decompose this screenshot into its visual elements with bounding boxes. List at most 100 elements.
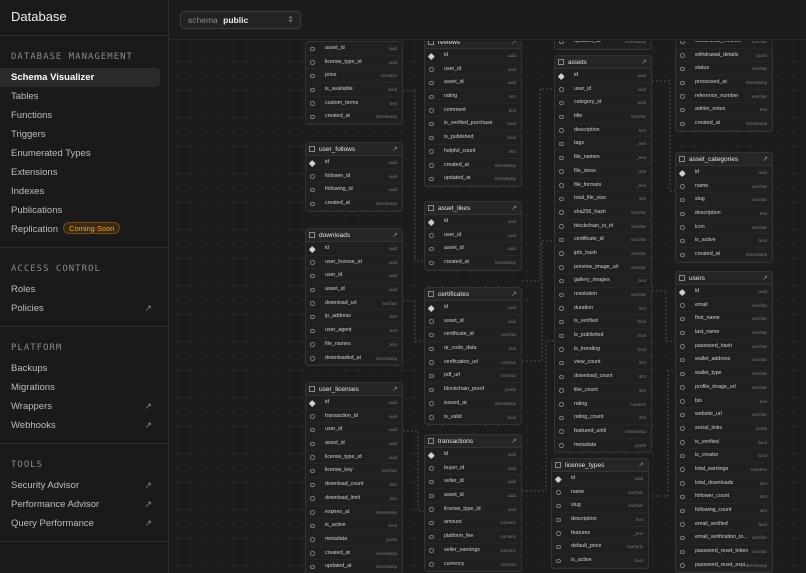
sidebar-item-functions[interactable]: Functions xyxy=(0,106,160,125)
table-card-user-licenses[interactable]: user_licenses ↗ id uuid transaction_id uuid us… xyxy=(305,382,403,573)
open-table-icon[interactable]: ↗ xyxy=(511,202,517,215)
schema-canvas[interactable]: asset_id uuid license_type_id uuid price nume… xyxy=(170,41,806,573)
sidebar-item-triggers[interactable]: Triggers xyxy=(0,125,160,144)
table-name: license_types xyxy=(565,462,605,469)
column-type: numeric xyxy=(626,544,643,550)
column-name: ipfs_hash xyxy=(574,249,597,256)
column-row: asset_id uuid xyxy=(425,489,521,503)
column-name: is_verified_purchase xyxy=(444,120,493,127)
column-icon xyxy=(680,344,685,349)
open-table-icon[interactable]: ↗ xyxy=(641,56,647,69)
column-icon xyxy=(429,466,434,471)
column-icon xyxy=(559,278,564,284)
column-name: downloaded_at xyxy=(325,354,361,361)
column-type: _text xyxy=(633,530,643,536)
column-row: transaction_id uuid xyxy=(306,410,402,424)
sidebar-section-access-control: ACCESS CONTROL Roles Policies ↗ xyxy=(0,248,168,327)
sidebar-item-query-performance[interactable]: Query Performance ↗ xyxy=(0,514,160,533)
column-name: platform_fee xyxy=(444,533,474,540)
table-icon xyxy=(558,59,564,65)
sidebar-item-label: Enumerated Types xyxy=(11,148,91,159)
column-icon xyxy=(310,510,315,515)
table-card-user-follows[interactable]: user_follows ↗ id uuid follower_id uuid follow… xyxy=(305,142,403,212)
column-name: total_file_size xyxy=(574,195,607,202)
table-card-assets[interactable]: assets ↗ id uuid user_id uuid category_id uuid t… xyxy=(554,55,652,454)
column-row: user_id uuid xyxy=(306,269,402,284)
sidebar-item-enumerated-types[interactable]: Enumerated Types xyxy=(0,144,160,163)
table-card-partial-11[interactable]: withdrawal_method varchar withdrawal_detai… xyxy=(675,41,773,132)
column-name: is_active xyxy=(325,522,346,529)
table-card-partial-8[interactable]: updated_at timestamp xyxy=(554,41,652,50)
sidebar-item-schema-visualizer[interactable]: Schema Visualizer xyxy=(0,68,160,87)
table-card-transactions[interactable]: transactions ↗ id uuid buyer_id uuid seller_id… xyxy=(424,434,522,573)
table-card-users[interactable]: users ↗ id uuid email varchar first_name varcha… xyxy=(675,271,773,573)
primary-key-icon xyxy=(428,52,435,59)
column-row: license_type_id uuid xyxy=(425,503,521,517)
open-table-icon[interactable]: ↗ xyxy=(762,272,768,285)
open-table-icon[interactable]: ↗ xyxy=(392,229,398,242)
sidebar-item-security-advisor[interactable]: Security Advisor ↗ xyxy=(0,476,160,495)
column-name: user_id xyxy=(325,272,343,279)
column-row: updated_at timestamp xyxy=(555,41,651,49)
table-card-certificates[interactable]: certificates ↗ id uuid asset_id uuid certifica… xyxy=(424,287,522,426)
column-name: certificate_id xyxy=(574,236,604,243)
column-row: id uuid xyxy=(425,215,521,229)
column-type: bool xyxy=(637,346,646,352)
column-type: uuid xyxy=(507,53,516,58)
column-icon xyxy=(680,211,685,217)
column-row: view_count int4 xyxy=(555,356,651,371)
open-table-icon[interactable]: ↗ xyxy=(762,153,768,166)
column-icon xyxy=(310,551,315,556)
top-toolbar: schema public ⇕ xyxy=(170,0,806,40)
column-type: int4 xyxy=(759,480,767,486)
sidebar-item-wrappers[interactable]: Wrappers ↗ xyxy=(0,397,160,416)
open-table-icon[interactable]: ↗ xyxy=(392,143,398,156)
sidebar-item-tables[interactable]: Tables xyxy=(0,87,160,106)
column-icon xyxy=(310,60,315,65)
open-table-icon[interactable]: ↗ xyxy=(638,459,644,472)
sidebar-item-indexes[interactable]: Indexes xyxy=(0,182,160,201)
sidebar-item-roles[interactable]: Roles xyxy=(0,280,160,299)
schema-selector[interactable]: schema public ⇕ xyxy=(180,11,301,29)
table-card-downloads[interactable]: downloads ↗ id uuid user_license_id uuid user_… xyxy=(305,228,403,367)
column-name: description xyxy=(695,210,721,217)
sidebar-item-migrations[interactable]: Migrations xyxy=(0,378,160,397)
open-table-icon[interactable]: ↗ xyxy=(511,41,517,49)
column-type: numeric xyxy=(499,520,516,526)
column-name: custom_terms xyxy=(325,99,359,106)
column-type: text xyxy=(759,107,767,113)
table-card-reviews[interactable]: reviews ↗ id uuid user_id uuid asset_id uuid rat… xyxy=(424,41,522,187)
column-row: created_at timestamp xyxy=(425,159,521,173)
column-name: follower_id xyxy=(325,172,351,179)
sidebar-item-extensions[interactable]: Extensions xyxy=(0,163,160,182)
column-icon xyxy=(429,520,434,526)
column-type: text xyxy=(759,211,767,217)
column-name: following_id xyxy=(325,186,353,193)
table-card-partial-0[interactable]: asset_id uuid license_type_id uuid price nume… xyxy=(305,41,403,126)
column-type: uuid xyxy=(388,441,397,447)
sidebar-item-publications[interactable]: Publications xyxy=(0,201,160,220)
column-row: download_limit int4 xyxy=(306,492,402,506)
sidebar-item-webhooks[interactable]: Webhooks ↗ xyxy=(0,416,160,435)
sidebar-item-performance-advisor[interactable]: Performance Advisor ↗ xyxy=(0,495,160,514)
column-row: file_names _text xyxy=(555,151,651,165)
column-icon xyxy=(429,233,434,238)
column-row: id uuid xyxy=(306,242,402,256)
sidebar-item-replication[interactable]: Replication Coming Soon xyxy=(0,220,160,239)
table-card-asset-categories[interactable]: asset_categories ↗ id uuid name varchar slug va… xyxy=(675,152,773,263)
column-row: preview_image_url varchar xyxy=(555,261,651,275)
column-row: profile_image_url varchar xyxy=(676,381,772,395)
column-type: _text xyxy=(636,278,646,284)
open-table-icon[interactable]: ↗ xyxy=(511,288,517,301)
column-name: bio xyxy=(695,397,703,404)
sidebar-item-policies[interactable]: Policies ↗ xyxy=(0,299,160,318)
column-icon xyxy=(429,176,434,182)
column-row: featured_until timestamp xyxy=(555,425,651,439)
open-table-icon[interactable]: ↗ xyxy=(511,435,517,448)
table-card-license-types[interactable]: license_types ↗ id uuid name varchar slug varch… xyxy=(551,458,649,569)
column-row: updated_at timestamp xyxy=(306,560,402,573)
sidebar-item-backups[interactable]: Backups xyxy=(0,359,160,378)
open-table-icon[interactable]: ↗ xyxy=(392,383,398,396)
column-icon xyxy=(680,252,685,258)
table-card-asset-likes[interactable]: asset_likes ↗ id uuid user_id uuid asset_id uui… xyxy=(424,201,522,271)
